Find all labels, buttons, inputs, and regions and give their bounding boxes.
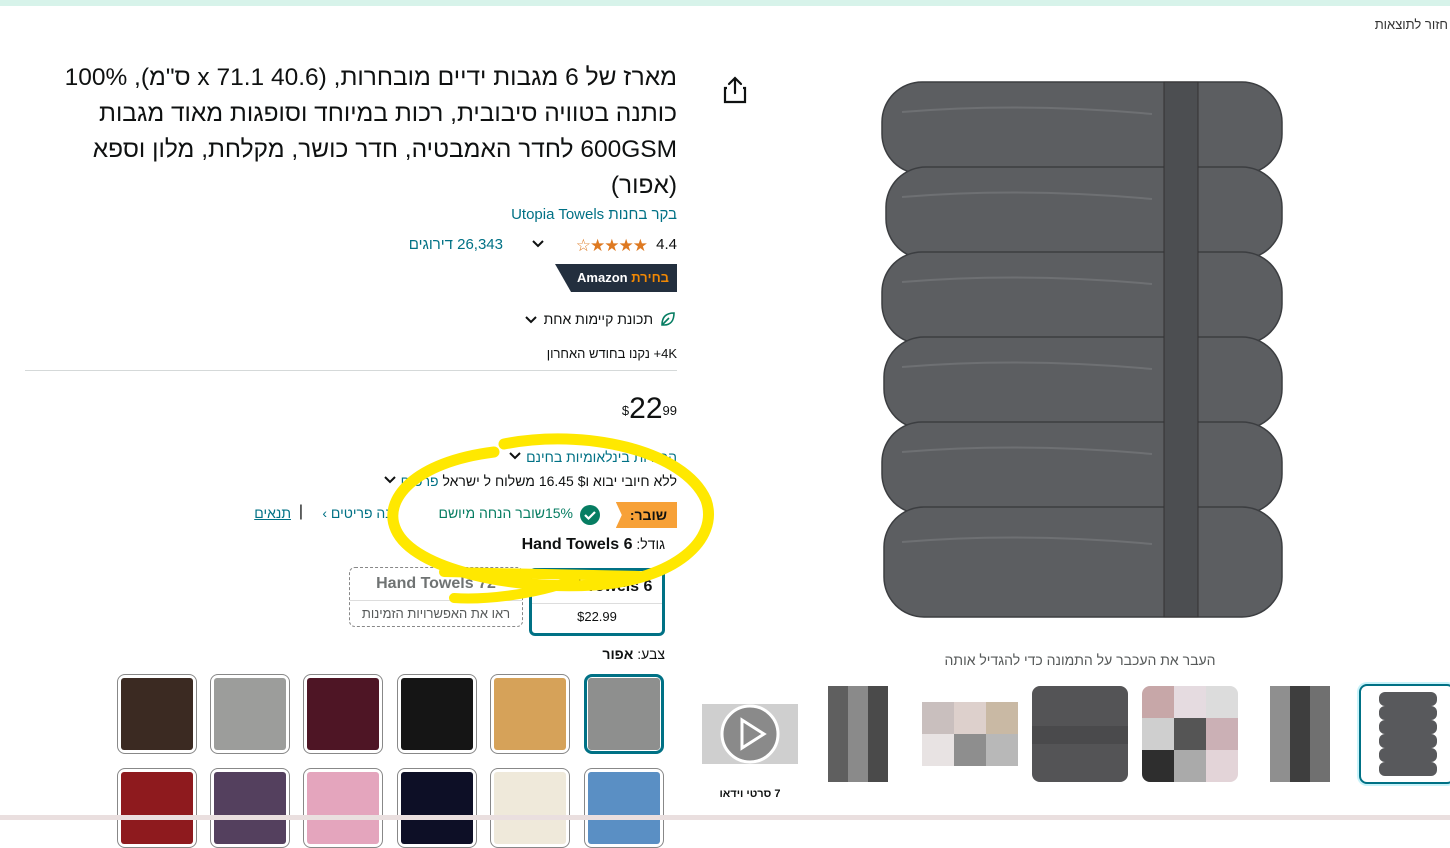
color-swatch[interactable]	[490, 768, 570, 848]
choice-badge-brand: Amazon	[577, 270, 628, 285]
shipping-info: ללא חיובי יבוא ו$ 16.45 משלוח ל ישראל פר…	[383, 472, 677, 489]
color-label-prefix: צבע:	[637, 646, 665, 662]
price-whole: 22	[629, 392, 663, 425]
thumbnail-image	[922, 702, 1018, 766]
gallery-thumbnail-2[interactable]	[1252, 686, 1348, 782]
ratings-count-link[interactable]: 26,343 דירוגים	[409, 236, 503, 253]
swatch-color-fill	[588, 678, 660, 750]
coupon-applied-text: 15%שובר הנחה מיושם	[438, 505, 573, 521]
towel-fold-2	[885, 166, 1283, 260]
coupon-badge: שובר:	[615, 502, 677, 528]
color-swatch[interactable]	[584, 768, 664, 848]
gallery-thumbnail-5[interactable]	[922, 686, 1018, 782]
amazon-choice-badge: בחירת Amazon	[555, 264, 677, 292]
shop-items-link[interactable]: קנה פריטים ›	[322, 505, 399, 521]
choice-badge-prefix: בחירת	[631, 270, 669, 285]
leaf-icon	[661, 312, 675, 326]
rating-score: 4.4	[656, 236, 677, 253]
bought-recently-text: 4K+ נקנו בחודש האחרון	[546, 346, 677, 361]
color-swatch[interactable]	[303, 768, 383, 848]
towel-fold-5	[881, 421, 1283, 515]
section-divider	[25, 370, 677, 371]
coupon-separator: |	[298, 503, 303, 520]
gallery-thumbnail-6[interactable]	[812, 686, 908, 782]
swatch-color-fill	[401, 772, 473, 844]
coupon-terms-link[interactable]: תנאים	[254, 505, 291, 521]
video-count-label: 7 סרטי וידאו	[719, 788, 781, 800]
zoom-hint-text: העבר את העכבר על התמונה כדי להגדיל אותה	[944, 652, 1216, 668]
swatch-color-fill	[214, 772, 286, 844]
buy-section: 4.4 ★★★★☆ 26,343 דירוגים בחירת Amazon תכ…	[25, 0, 677, 848]
color-swatch[interactable]	[210, 768, 290, 848]
color-swatch[interactable]	[397, 674, 477, 754]
swatch-color-fill	[307, 772, 379, 844]
towel-fold-3	[881, 251, 1283, 345]
check-circle-icon	[580, 505, 600, 525]
swatch-color-fill	[121, 678, 193, 750]
color-swatch[interactable]	[210, 674, 290, 754]
sustainability-label: תכונת קיימות אחת	[543, 311, 653, 327]
size-option-price: $22.99	[577, 609, 617, 624]
sustainability-feature[interactable]: תכונת קיימות אחת	[524, 310, 677, 328]
gallery-thumbnail-1-selected[interactable]	[1359, 684, 1450, 784]
color-label: צבע: אפור	[602, 646, 665, 662]
thumbnail-image	[1270, 686, 1330, 782]
selected-size: 6 Hand Towels	[521, 536, 633, 553]
color-swatch[interactable]	[117, 768, 197, 848]
selected-color: אפור	[602, 646, 634, 662]
price-fraction: 99	[662, 403, 677, 418]
color-swatch[interactable]	[303, 674, 383, 754]
price-symbol: $	[621, 403, 630, 418]
swatch-color-fill	[588, 772, 660, 844]
towel-fold-4	[883, 336, 1283, 430]
video-play-icon	[702, 704, 798, 764]
size-option-name: 6 Hand Towels	[532, 571, 662, 604]
swatch-color-fill	[121, 772, 193, 844]
size-option-6-hand-towels[interactable]: 6 Hand Towels $22.99	[529, 568, 665, 636]
main-product-image[interactable]	[872, 52, 1292, 632]
thumbnail-image	[828, 686, 888, 782]
color-swatch[interactable]	[584, 674, 664, 754]
color-swatch[interactable]	[397, 768, 477, 848]
shipping-text: ללא חיובי יבוא ו$ 16.45 משלוח ל ישראל	[442, 473, 677, 489]
thumbnail-image	[1379, 692, 1437, 776]
swatch-color-fill	[494, 678, 566, 750]
back-to-results-link[interactable]: חזור לתוצאות	[1375, 17, 1448, 32]
chevron-down-icon[interactable]	[531, 236, 545, 254]
share-icon[interactable]	[722, 76, 748, 104]
chevron-down-icon	[509, 452, 521, 460]
video-thumbnail[interactable]	[702, 686, 798, 782]
chevron-down-icon	[524, 316, 537, 324]
chevron-down-icon[interactable]	[383, 472, 397, 486]
swatch-color-fill	[307, 678, 379, 750]
thumbnail-image	[1142, 686, 1238, 782]
star-rating-icon[interactable]: ★★★★☆	[576, 236, 648, 256]
returns-label: החזרות בינלאומיות בחינם	[526, 449, 677, 465]
swatch-color-fill	[494, 772, 566, 844]
shipping-details-link[interactable]: פרטים	[401, 473, 439, 489]
towel-fold-6	[883, 506, 1283, 618]
swatch-color-fill	[401, 678, 473, 750]
gallery-thumbnail-3[interactable]	[1142, 686, 1238, 782]
coupon-row: שובר: 15%שובר הנחה מיושם קנה פריטים › | …	[25, 502, 677, 528]
color-swatch[interactable]	[490, 674, 570, 754]
bottom-border	[0, 815, 1450, 820]
gallery-thumbnail-4[interactable]	[1032, 686, 1128, 782]
size-option-availability: ראו את האפשרויות הזמינות	[361, 606, 511, 621]
free-returns-link[interactable]: החזרות בינלאומיות בחינם	[508, 448, 677, 465]
thumbnail-image	[1032, 686, 1128, 782]
towel-fold-1	[881, 81, 1283, 175]
size-label: גודל: 6 Hand Towels	[522, 536, 665, 554]
size-label-prefix: גודל:	[636, 536, 665, 552]
towel-border-stripe	[1163, 81, 1199, 618]
rating-row: 4.4 ★★★★☆ 26,343 דירוגים	[25, 236, 677, 258]
swatch-color-fill	[214, 678, 286, 750]
size-option-72-hand-towels[interactable]: 72 Hand Towels ראו את האפשרויות הזמינות	[349, 567, 523, 627]
size-option-name: 72 Hand Towels	[350, 568, 522, 601]
price: $2299	[622, 392, 677, 426]
color-swatch[interactable]	[117, 674, 197, 754]
